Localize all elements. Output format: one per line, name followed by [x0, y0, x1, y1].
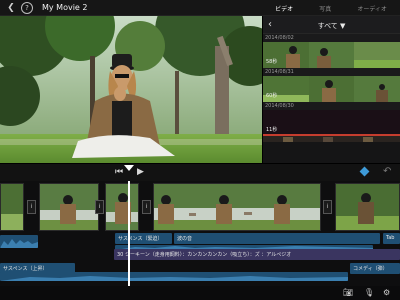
clip-frame: [154, 184, 320, 230]
video-clip[interactable]: [0, 183, 24, 231]
media-date-label: 2014/08/30: [263, 102, 400, 110]
clip-duration: 60秒: [266, 93, 278, 99]
audio-clip[interactable]: 30 シーキーン（走身用飼料）：カンカンカンカン（吸立ち）：ズ ：アルペジオ: [114, 249, 400, 260]
video-clip[interactable]: [335, 183, 400, 231]
transition-icon[interactable]: ⁞: [323, 200, 332, 214]
audio-clip-label: コメディ（弾）: [353, 266, 388, 272]
thumb-frame: [263, 110, 400, 142]
clip-thumbnail: [354, 42, 400, 68]
audio-clip[interactable]: [0, 235, 38, 248]
playhead[interactable]: [128, 181, 130, 286]
thumb-frame: [354, 42, 400, 68]
clip-duration: 58秒: [266, 59, 278, 65]
tab-video[interactable]: ビデオ: [275, 4, 293, 13]
tab-photos[interactable]: 写真: [319, 4, 331, 13]
skip-to-start-icon[interactable]: ⏮: [115, 167, 123, 177]
playback-controls: ⏮ ▶ ↶: [0, 163, 400, 181]
media-filter-dropdown[interactable]: すべて ▼: [263, 21, 400, 31]
audio-clip[interactable]: 波の音: [174, 233, 380, 244]
video-preview[interactable]: [0, 16, 262, 163]
clip-thumbnail: [354, 76, 400, 102]
video-track: ⁞ ⁞ ⁞ ⁞: [0, 183, 400, 231]
waveform: [0, 276, 348, 281]
audio-clip-label: サスペンス（上昇）: [3, 266, 48, 272]
clip-duration: 11秒: [266, 127, 278, 133]
bottom-toolbar: 📷︎ 🎙︎ ⚙: [0, 286, 400, 300]
audio-clip[interactable]: コメディ（弾）: [350, 263, 400, 274]
thumb-frame: [354, 76, 400, 102]
audio-clip[interactable]: [0, 272, 348, 281]
media-date-label: 2014/08/02: [263, 34, 400, 42]
tab-audio[interactable]: オーディオ: [357, 4, 387, 13]
audio-clip[interactable]: サスペンス（緊迫）: [115, 233, 172, 244]
top-bar: ❮ ? My Movie 2 ビデオ 写真 オーディオ: [0, 0, 400, 16]
waveform: [0, 239, 38, 248]
timeline[interactable]: ⁞ ⁞ ⁞ ⁞ サスペンス（緊迫） 波の音 Tab 30 シーキーン（走身用飼料…: [0, 181, 400, 286]
video-clip[interactable]: [105, 183, 139, 231]
media-tabs: ビデオ 写真 オーディオ: [262, 0, 400, 16]
transition-icon[interactable]: ⁞: [95, 200, 104, 214]
video-clip[interactable]: [39, 183, 99, 231]
preview-frame-image: [0, 16, 262, 163]
undo-icon[interactable]: ↶: [383, 166, 391, 177]
project-title: My Movie 2: [42, 3, 88, 12]
audio-clip-label: Tab: [386, 235, 395, 241]
clip-thumbnail: [308, 42, 355, 68]
clip-frame: [106, 184, 138, 230]
media-clip[interactable]: 60秒: [263, 76, 400, 102]
microphone-icon[interactable]: 🎙︎: [364, 288, 374, 297]
audio-clip-label: 波の音: [177, 236, 193, 242]
play-icon[interactable]: ▶: [137, 167, 144, 177]
media-clip[interactable]: 11秒: [263, 110, 400, 142]
media-browser-header: ‹ すべて ▼: [263, 16, 400, 34]
media-clip[interactable]: 58秒: [263, 42, 400, 68]
transition-icon[interactable]: ⁞: [142, 200, 151, 214]
clip-frame: [336, 184, 399, 230]
audio-clip[interactable]: Tab: [383, 233, 400, 244]
transition-icon[interactable]: ⁞: [27, 200, 36, 214]
back-chevron-icon[interactable]: ❮: [5, 2, 17, 14]
clip-thumbnail: [263, 110, 400, 142]
media-date-label: 2014/08/31: [263, 68, 400, 76]
settings-gear-icon[interactable]: ⚙: [383, 288, 390, 297]
clip-settings-icon[interactable]: [359, 166, 370, 177]
playhead-marker[interactable]: [124, 165, 134, 171]
camera-icon[interactable]: 📷︎: [343, 288, 353, 297]
video-clip[interactable]: [153, 183, 321, 231]
clip-frame: [1, 184, 23, 230]
help-icon[interactable]: ?: [21, 2, 33, 14]
thumb-frame: [308, 76, 355, 102]
thumb-frame: [308, 42, 355, 68]
clip-thumbnail: [308, 76, 355, 102]
clip-frame: [40, 184, 98, 230]
audio-clip-label: サスペンス（緊迫）: [118, 236, 163, 242]
media-browser: ‹ すべて ▼ 2014/08/02 58秒 2014/08/31 60秒 20…: [262, 16, 400, 163]
audio-clip-label: 30 シーキーン（走身用飼料）：カンカンカンカン（吸立ち）：ズ ：アルペジオ: [117, 252, 292, 258]
